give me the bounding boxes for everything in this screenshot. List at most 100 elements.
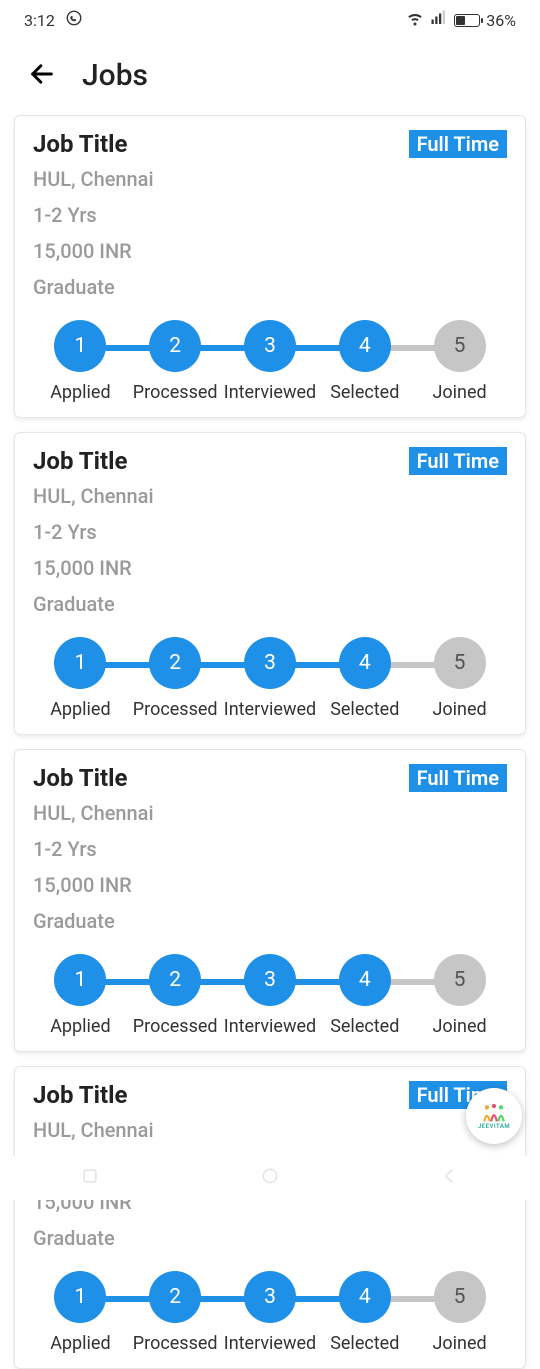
step-applied: 1 Applied (33, 1271, 128, 1354)
step-label: Selected (330, 699, 399, 720)
step-joined: 5 Joined (412, 637, 507, 720)
step-selected: 4 Selected (317, 320, 412, 403)
step-label: Joined (432, 699, 486, 720)
home-icon[interactable] (260, 1166, 280, 1190)
back-arrow-icon[interactable] (28, 60, 56, 92)
step-label: Interviewed (224, 382, 316, 403)
job-card[interactable]: Job Title Full Time HUL, Chennai 1-2 Yrs 15,… (14, 432, 526, 735)
step-circle: 2 (149, 954, 201, 1006)
step-label: Interviewed (224, 1016, 316, 1037)
recent-apps-icon[interactable] (80, 1166, 100, 1190)
step-label: Joined (432, 1016, 486, 1037)
progress-stepper: 1 Applied 2 Processed 3 Interviewed 4 Selected 5… (33, 954, 507, 1037)
step-applied: 1 Applied (33, 320, 128, 403)
job-title: Job Title (33, 130, 127, 158)
step-label: Selected (330, 382, 399, 403)
job-education: Graduate (33, 272, 507, 302)
step-label: Processed (133, 699, 218, 720)
battery-icon (454, 14, 480, 27)
progress-stepper: 1 Applied 2 Processed 3 Interviewed 4 Selected 5… (33, 320, 507, 403)
status-bar: 3:12 36% (0, 0, 540, 40)
step-circle: 4 (339, 954, 391, 1006)
fab-label: JEEVITAM (478, 1123, 510, 1130)
job-experience: 1-2 Yrs (33, 200, 507, 230)
step-label: Applied (50, 382, 110, 403)
clock: 3:12 (24, 11, 55, 30)
step-circle: 5 (434, 954, 486, 1006)
step-circle: 2 (149, 1271, 201, 1323)
step-interviewed: 3 Interviewed (223, 1271, 318, 1354)
step-label: Joined (432, 382, 486, 403)
step-interviewed: 3 Interviewed (223, 320, 318, 403)
job-company: HUL, Chennai (33, 481, 507, 511)
job-card[interactable]: Job TitleFull TimeHUL, Chennai1-2 Yrs15,… (14, 1066, 526, 1369)
progress-stepper: 1 Applied 2 Processed 3 Interviewed 4 Selected 5… (33, 1271, 507, 1354)
step-circle: 1 (54, 320, 106, 372)
step-selected: 4 Selected (317, 1271, 412, 1354)
job-experience: 1-2 Yrs (33, 517, 507, 547)
step-circle: 3 (244, 320, 296, 372)
job-type-badge: Full Time (409, 764, 507, 792)
step-label: Selected (330, 1016, 399, 1037)
step-circle: 5 (434, 320, 486, 372)
job-card[interactable]: Job TitleFull TimeHUL, Chennai1-2 Yrs15,… (14, 749, 526, 1052)
progress-stepper: 1 Applied 2 Processed 3 Interviewed 4 Selected 5… (33, 637, 507, 720)
job-card[interactable]: Job Title Full Time HUL, Chennai 1-2 Yrs 15,… (14, 115, 526, 418)
back-nav-icon[interactable] (440, 1166, 460, 1190)
step-label: Processed (133, 1333, 218, 1354)
step-circle: 3 (244, 954, 296, 1006)
step-circle: 5 (434, 1271, 486, 1323)
step-selected: 4 Selected (317, 637, 412, 720)
step-label: Joined (432, 1333, 486, 1354)
job-salary: 15,000 INR (33, 236, 507, 266)
step-label: Applied (50, 1016, 110, 1037)
step-joined: 5 Joined (412, 320, 507, 403)
job-company: HUL, Chennai (33, 798, 507, 828)
app-header: Jobs (0, 40, 540, 115)
job-salary: 15,000 INR (33, 870, 507, 900)
step-circle: 2 (149, 637, 201, 689)
step-applied: 1 Applied (33, 954, 128, 1037)
step-joined: 5 Joined (412, 954, 507, 1037)
job-title: Job Title (33, 1081, 127, 1109)
step-label: Processed (133, 382, 218, 403)
step-circle: 4 (339, 637, 391, 689)
step-circle: 5 (434, 637, 486, 689)
step-interviewed: 3 Interviewed (223, 637, 318, 720)
step-circle: 4 (339, 320, 391, 372)
step-circle: 1 (54, 954, 106, 1006)
step-circle: 1 (54, 637, 106, 689)
step-processed: 2 Processed (128, 954, 223, 1037)
job-company: HUL, Chennai (33, 1115, 507, 1145)
system-nav (0, 1156, 540, 1200)
step-label: Applied (50, 1333, 110, 1354)
step-interviewed: 3 Interviewed (223, 954, 318, 1037)
step-processed: 2 Processed (128, 1271, 223, 1354)
step-applied: 1 Applied (33, 637, 128, 720)
job-company: HUL, Chennai (33, 164, 507, 194)
signal-icon (430, 9, 448, 31)
job-title: Job Title (33, 447, 127, 475)
jeevitam-fab[interactable]: JEEVITAM (466, 1088, 522, 1144)
step-circle: 1 (54, 1271, 106, 1323)
wifi-icon (406, 9, 424, 31)
job-experience: 1-2 Yrs (33, 834, 507, 864)
job-type-badge: Full Time (409, 130, 507, 158)
job-education: Graduate (33, 906, 507, 936)
step-label: Applied (50, 699, 110, 720)
step-circle: 3 (244, 1271, 296, 1323)
step-label: Selected (330, 1333, 399, 1354)
step-circle: 3 (244, 637, 296, 689)
job-education: Graduate (33, 589, 507, 619)
step-selected: 4 Selected (317, 954, 412, 1037)
step-circle: 2 (149, 320, 201, 372)
step-label: Interviewed (224, 699, 316, 720)
job-salary: 15,000 INR (33, 553, 507, 583)
step-processed: 2 Processed (128, 320, 223, 403)
step-circle: 4 (339, 1271, 391, 1323)
step-label: Interviewed (224, 1333, 316, 1354)
step-label: Processed (133, 1016, 218, 1037)
battery-percent: 36% (486, 11, 516, 30)
step-joined: 5 Joined (412, 1271, 507, 1354)
job-type-badge: Full Time (409, 447, 507, 475)
